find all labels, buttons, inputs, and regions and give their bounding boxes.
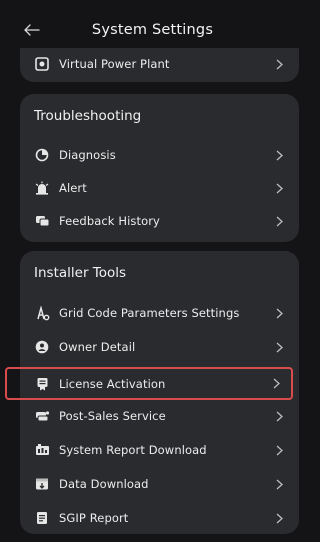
chevron-right-icon bbox=[273, 512, 285, 524]
page-title: System Settings bbox=[91, 22, 214, 38]
row-label: Grid Code Parameters Settings bbox=[59, 306, 240, 320]
row-grid-code-parameters-settings[interactable]: Grid Code Parameters Settings bbox=[26, 297, 293, 329]
power-plant-icon bbox=[34, 56, 50, 72]
row-label: Diagnosis bbox=[59, 148, 116, 162]
row-feedback-history[interactable]: Feedback History bbox=[26, 205, 293, 237]
chevron-right-icon bbox=[273, 58, 285, 70]
row-label: System Report Download bbox=[59, 443, 207, 457]
chevron-right-icon bbox=[273, 149, 285, 161]
user-icon bbox=[34, 339, 50, 355]
service-icon bbox=[34, 408, 50, 424]
row-label: Feedback History bbox=[59, 214, 160, 228]
row-data-download[interactable]: Data Download bbox=[26, 468, 293, 500]
installer-tools-card: Installer Tools Grid Code Parameters Set… bbox=[5, 251, 299, 534]
chevron-right-icon bbox=[273, 307, 285, 319]
section-title-installer-tools: Installer Tools bbox=[34, 265, 127, 281]
row-label: SGIP Report bbox=[59, 511, 129, 525]
alert-siren-icon bbox=[34, 180, 50, 196]
diagnosis-icon bbox=[34, 147, 50, 163]
row-label: License Activation bbox=[59, 376, 166, 391]
card-top: Virtual Power Plant bbox=[20, 48, 299, 82]
row-virtual-power-plant[interactable]: Virtual Power Plant bbox=[26, 48, 293, 80]
row-sgip-report[interactable]: SGIP Report bbox=[26, 502, 293, 534]
row-label: Virtual Power Plant bbox=[59, 57, 170, 71]
section-title-troubleshooting: Troubleshooting bbox=[34, 108, 142, 124]
chevron-right-icon bbox=[273, 182, 285, 194]
chevron-right-icon bbox=[273, 444, 285, 456]
document-icon bbox=[34, 510, 50, 526]
feedback-icon bbox=[34, 213, 50, 229]
chevron-right-icon bbox=[273, 341, 285, 353]
chevron-right-icon bbox=[270, 378, 282, 390]
row-label: Alert bbox=[59, 181, 87, 195]
back-arrow-icon[interactable] bbox=[20, 18, 44, 42]
row-label: Data Download bbox=[59, 477, 149, 491]
chevron-right-icon bbox=[273, 410, 285, 422]
chevron-right-icon bbox=[273, 478, 285, 490]
row-system-report-download[interactable]: System Report Download bbox=[26, 434, 293, 466]
troubleshooting-card: Troubleshooting Diagnosis Alert Feedback… bbox=[20, 94, 299, 242]
grid-settings-icon bbox=[34, 305, 50, 321]
row-owner-detail[interactable]: Owner Detail bbox=[26, 331, 293, 363]
data-download-icon bbox=[34, 476, 50, 492]
report-download-icon bbox=[34, 442, 50, 458]
row-license-activation[interactable]: License Activation bbox=[5, 367, 293, 400]
chevron-right-icon bbox=[273, 215, 285, 227]
license-icon bbox=[34, 376, 50, 392]
row-alert[interactable]: Alert bbox=[26, 172, 293, 204]
row-label: Owner Detail bbox=[59, 340, 136, 354]
row-diagnosis[interactable]: Diagnosis bbox=[26, 139, 293, 171]
row-label: Post-Sales Service bbox=[59, 409, 166, 423]
row-post-sales-service[interactable]: Post-Sales Service bbox=[26, 400, 293, 432]
